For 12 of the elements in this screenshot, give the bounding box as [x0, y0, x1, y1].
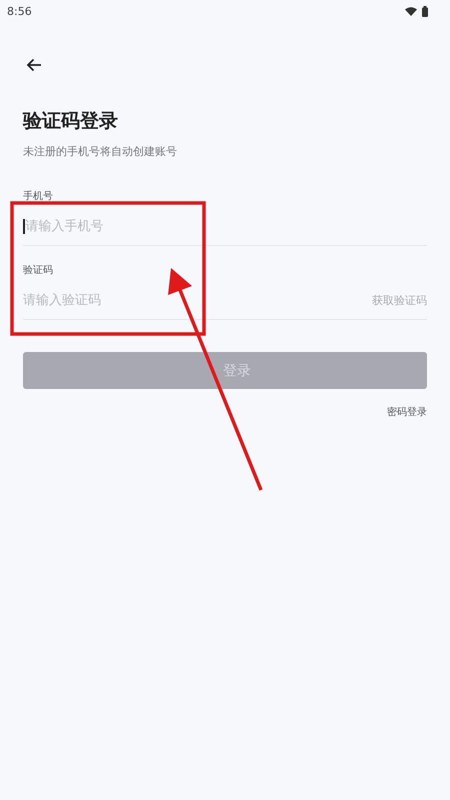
input-field[interactable]: 请输入验证码: [23, 291, 101, 309]
battery-icon: [422, 6, 428, 16]
page-title: 验证码登录: [23, 109, 119, 134]
field-label: 验证码: [23, 265, 53, 277]
input-field[interactable]: 请输入手机号: [23, 217, 104, 235]
field-label: 手机号: [23, 191, 53, 203]
get-code-link[interactable]: 获取验证码: [372, 292, 427, 308]
password-login-link[interactable]: 密码登录: [387, 405, 427, 419]
status-time: 8:56: [7, 4, 32, 18]
back-arrow-icon[interactable]: [26, 58, 42, 72]
wifi-icon: [405, 6, 417, 16]
subtitle: 未注册的手机号将自动创建账号: [23, 144, 178, 159]
